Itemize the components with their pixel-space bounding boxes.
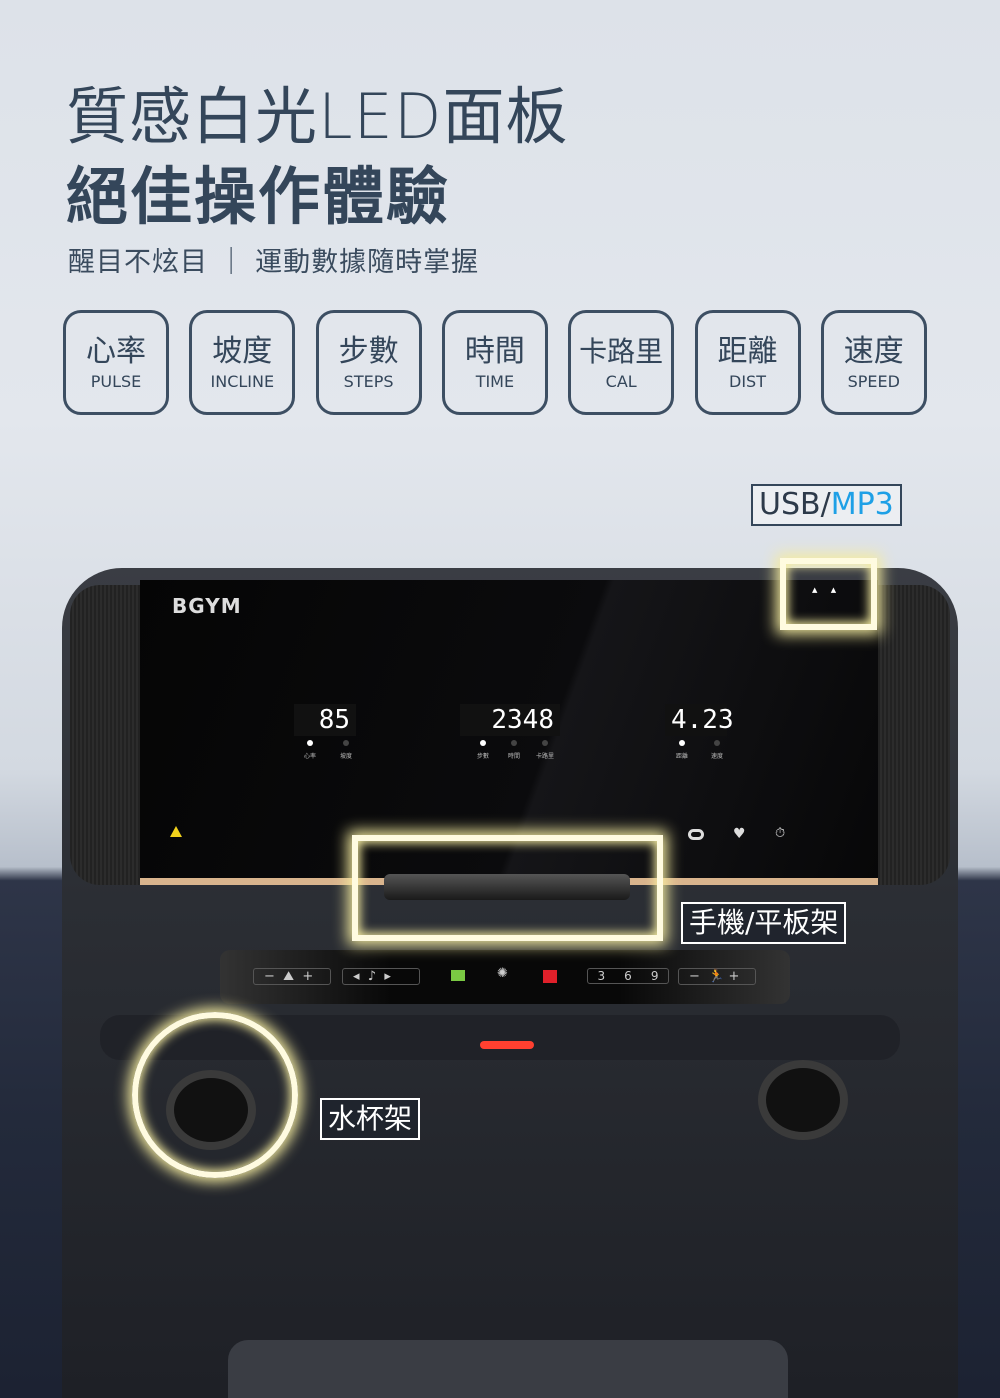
badge-en: TIME — [475, 372, 515, 391]
indicator-label: 步數 — [476, 753, 489, 760]
usb-mp3-label: USB/MP3 — [751, 484, 902, 526]
indicator-dot — [343, 740, 349, 746]
cup-label: 水杯架 — [320, 1098, 421, 1140]
subtitle: 醒目不炫目 ｜ 運動數據隨時掌握 — [68, 247, 480, 278]
mp3-text: MP3 — [830, 487, 894, 522]
headline-line1: 質感白光LED面板 — [66, 80, 569, 153]
preset-9[interactable]: 9 — [651, 969, 659, 983]
feature-badge-cal: 卡路里 CAL — [568, 310, 675, 415]
badge-zh: 距離 — [717, 334, 778, 369]
incline-control[interactable]: − ⛰ + — [253, 968, 331, 985]
badge-en: CAL — [605, 372, 637, 391]
badge-en: DIST — [729, 372, 766, 391]
usb-arrows: ▲ ▲ — [812, 586, 837, 594]
distance-readout: 4.23 — [665, 704, 734, 736]
heart-rate-sensor — [480, 1041, 534, 1049]
indicator-dot — [542, 740, 548, 746]
cup-highlight — [132, 1012, 298, 1178]
badge-zh: 速度 — [843, 334, 904, 369]
feature-badge-speed: 速度 SPEED — [820, 310, 927, 415]
speed-presets: 3 6 9 — [587, 968, 669, 984]
stop-button[interactable] — [543, 970, 557, 983]
badge-zh: 時間 — [464, 334, 525, 369]
feature-badge-steps: 步數 STEPS — [315, 310, 422, 415]
feature-badge-pulse: 心率 PULSE — [63, 310, 169, 415]
mode-button[interactable]: ✺ — [497, 966, 508, 981]
steps-readout: 2348 — [460, 704, 560, 736]
usb-highlight — [780, 558, 877, 630]
warning-icon — [170, 826, 182, 837]
headline-line2: 絕佳操作體驗 — [66, 160, 451, 233]
timer-icon: ⏱ — [775, 826, 786, 841]
left-speaker — [70, 585, 142, 885]
feature-badge-incline: 坡度 INCLINE — [189, 310, 296, 415]
badge-zh: 步數 — [338, 334, 399, 369]
usb-text: USB/ — [759, 487, 831, 522]
badge-zh: 心率 — [86, 334, 146, 369]
brand-logo: BGYM — [172, 594, 242, 618]
indicator-dot — [679, 740, 685, 746]
indicator-dot — [480, 740, 486, 746]
program-button[interactable] — [451, 970, 465, 981]
indicator-label: 時間 — [507, 753, 520, 760]
badge-en: SPEED — [847, 372, 900, 391]
preset-3[interactable]: 3 — [598, 969, 606, 983]
badge-en: STEPS — [343, 372, 394, 391]
holder-label: 手機/平板架 — [681, 902, 847, 944]
indicator-dot — [307, 740, 313, 746]
right-speaker — [878, 585, 950, 885]
indicator-label: 坡度 — [339, 753, 352, 760]
pulse-readout: 85 — [294, 704, 356, 736]
indicator-label: 距離 — [675, 753, 688, 760]
badge-en: PULSE — [90, 372, 142, 391]
feature-badge-time: 時間 TIME — [441, 310, 548, 415]
right-cup-holder — [758, 1060, 848, 1140]
treadmill-deck — [228, 1340, 788, 1398]
speed-control[interactable]: − 🏃 + — [678, 968, 756, 985]
feature-badge-dist: 距離 DIST — [694, 310, 801, 415]
holder-highlight — [352, 835, 663, 941]
preset-6[interactable]: 6 — [624, 969, 632, 983]
distance-icon — [688, 829, 704, 840]
badge-zh: 卡路里 — [579, 335, 664, 368]
indicator-label: 卡路里 — [535, 753, 554, 760]
heart-icon: ♥ — [733, 826, 746, 842]
indicator-label: 心率 — [303, 753, 316, 760]
volume-control[interactable]: ◂ ♪ ▸ — [342, 968, 420, 985]
badge-zh: 坡度 — [212, 334, 273, 369]
badge-en: INCLINE — [210, 372, 275, 391]
indicator-dot — [714, 740, 720, 746]
indicator-label: 速度 — [710, 753, 723, 760]
indicator-dot — [511, 740, 517, 746]
